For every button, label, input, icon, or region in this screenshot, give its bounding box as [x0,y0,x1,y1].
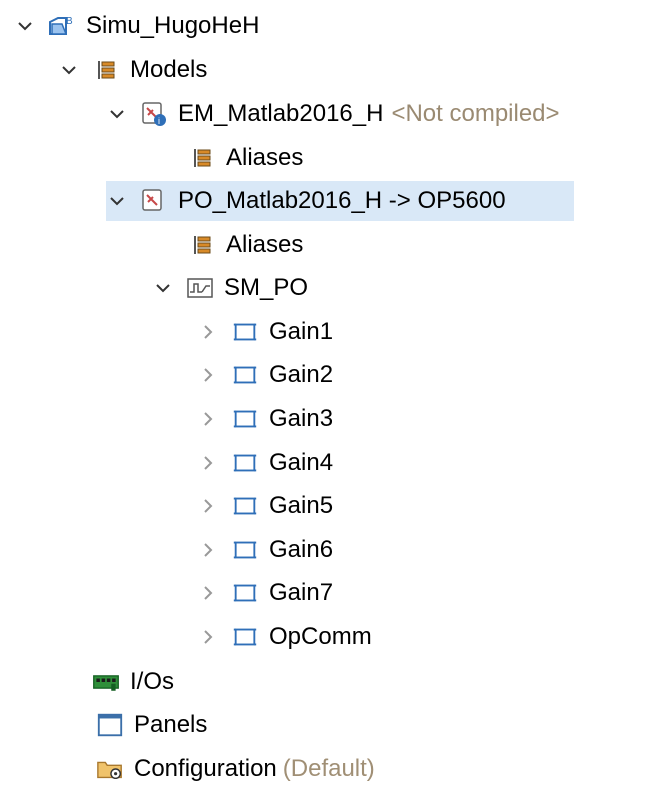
project-icon: B [48,12,76,40]
tree-item-label: PO_Matlab2016_H -> OP5600 [178,187,506,214]
chevron-right-icon[interactable] [197,582,219,604]
model-icon [140,187,168,215]
tree-item-gain2[interactable]: Gain2 [197,355,333,395]
tree-item-sm-po[interactable]: SM_PO [152,268,308,308]
tree-item-label: Gain4 [269,449,334,476]
tree-item-po-aliases[interactable]: Aliases [154,225,303,265]
folder-grid-icon [92,56,120,84]
tree-item-gain5[interactable]: Gain5 [197,486,333,526]
tree-item-label: Gain7 [269,579,334,606]
tree-item-gain4[interactable]: Gain4 [197,443,333,483]
chevron-right-icon[interactable] [197,495,219,517]
svg-text:i: i [158,116,160,126]
block-icon [231,492,259,520]
tree-item-label: EM_Matlab2016_H [178,100,384,127]
tree-item-label: Configuration [134,755,277,782]
block-icon [231,405,259,433]
tree-item-gain1[interactable]: Gain1 [197,312,333,352]
tree-item-gain6[interactable]: Gain6 [197,530,333,570]
tree-item-label: Gain3 [269,405,334,432]
tree-item-em-model[interactable]: i EM_Matlab2016_H <Not compiled> [106,94,560,134]
chevron-right-icon[interactable] [197,408,219,430]
tree-item-label: Gain6 [269,536,334,563]
chevron-down-icon[interactable] [106,103,128,125]
chevron-right-icon[interactable] [197,539,219,561]
folder-grid-icon [188,144,216,172]
tree-item-label: Gain2 [269,361,334,388]
configuration-default-label: (Default) [282,755,375,782]
tree-item-gain7[interactable]: Gain7 [197,573,333,613]
chevron-right-icon[interactable] [197,321,219,343]
tree-item-label: Simu_HugoHeH [86,12,260,39]
chevron-down-icon[interactable] [152,277,174,299]
tree-item-ios[interactable]: I/Os [92,662,174,702]
tree-item-em-aliases[interactable]: Aliases [154,138,303,178]
project-tree: B Simu_HugoHeH Models i EM_Matlab2016_H … [0,0,651,789]
block-icon [231,361,259,389]
panel-window-icon [96,711,124,739]
chevron-down-icon[interactable] [58,59,80,81]
block-icon [231,623,259,651]
tree-item-label: OpComm [269,623,372,650]
tree-item-po-model[interactable]: PO_Matlab2016_H -> OP5600 [106,181,574,221]
tree-item-panels[interactable]: Panels [96,705,207,745]
chevron-right-icon[interactable] [197,452,219,474]
block-icon [231,536,259,564]
folder-grid-icon [188,231,216,259]
empty-toggle-space [154,234,176,256]
model-info-icon: i [140,100,168,128]
tree-item-label: Aliases [226,231,304,258]
svg-text:B: B [66,16,73,27]
chevron-down-icon[interactable] [106,190,128,212]
tree-item-label: Aliases [226,144,304,171]
chevron-down-icon[interactable] [14,15,36,37]
configuration-folder-icon [96,755,124,783]
tree-item-label: Gain1 [269,318,334,345]
tree-item-label: SM_PO [224,274,309,301]
tree-item-label: Gain5 [269,492,334,519]
tree-item-opcomm[interactable]: OpComm [197,617,372,657]
block-icon [231,579,259,607]
tree-item-configuration[interactable]: Configuration (Default) [96,749,375,789]
tree-item-label: Models [130,56,208,83]
block-icon [231,318,259,346]
tree-item-gain3[interactable]: Gain3 [197,399,333,439]
block-icon [231,449,259,477]
tree-item-label: I/Os [130,668,175,695]
subsystem-icon [186,274,214,302]
tree-item-label: Panels [134,711,208,738]
tree-item-root[interactable]: B Simu_HugoHeH [14,6,259,46]
io-board-icon [92,668,120,696]
empty-toggle-space [154,147,176,169]
chevron-right-icon[interactable] [197,626,219,648]
tree-item-models[interactable]: Models [58,50,207,90]
not-compiled-status: <Not compiled> [391,100,560,127]
chevron-right-icon[interactable] [197,364,219,386]
